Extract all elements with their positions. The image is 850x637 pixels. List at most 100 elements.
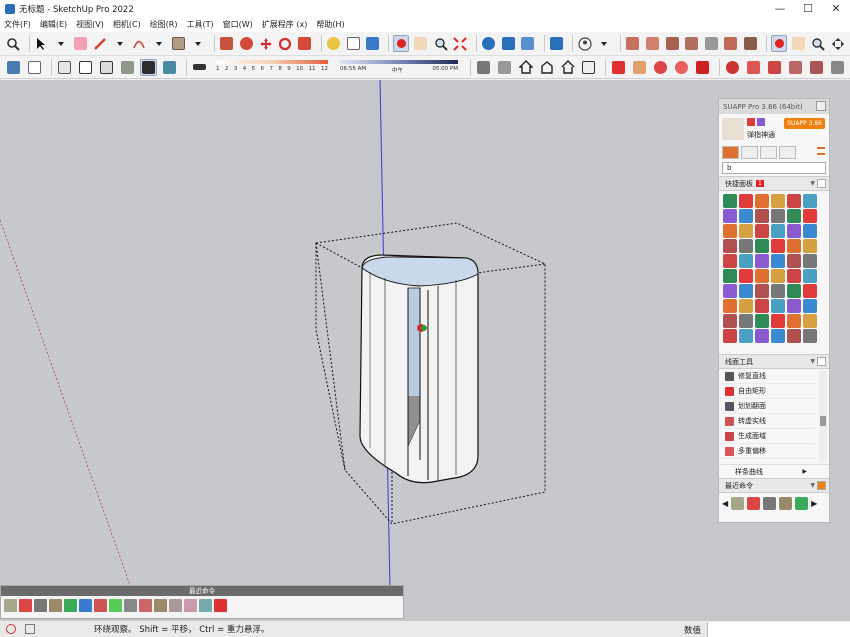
list-item[interactable]: 多重偏移	[719, 444, 815, 459]
recent-cmd-icon[interactable]	[124, 599, 137, 612]
recent-cmd-icon[interactable]	[199, 599, 212, 612]
suapp-pipe-icon[interactable]	[808, 59, 825, 76]
expand-icon[interactable]	[817, 357, 826, 366]
dropdown-arrow-icon[interactable]	[53, 35, 69, 52]
quick-tool-icon[interactable]	[803, 329, 817, 343]
quick-tool-icon[interactable]	[723, 299, 737, 313]
quick-tool-icon[interactable]	[755, 224, 769, 238]
quick-tool-icon[interactable]	[739, 269, 753, 283]
suapp-magnet-icon[interactable]	[724, 59, 741, 76]
quick-tool-icon[interactable]	[787, 314, 801, 328]
menu-draw[interactable]: 绘图(R)	[150, 19, 178, 30]
quick-tool-icon[interactable]	[803, 194, 817, 208]
recent-cmd-icon[interactable]	[169, 599, 182, 612]
recent-cmd-icon[interactable]	[779, 496, 793, 510]
paint-bucket-icon[interactable]	[365, 35, 381, 52]
quick-tool-icon[interactable]	[755, 209, 769, 223]
rectangle-icon[interactable]	[171, 35, 187, 52]
recent-cmd-icon[interactable]	[94, 599, 107, 612]
list-item[interactable]: 划划翻面	[719, 399, 815, 414]
quick-tool-icon[interactable]	[739, 224, 753, 238]
sandbox-icon[interactable]	[704, 35, 720, 52]
list-scrollbar[interactable]	[819, 371, 827, 461]
search-tab-icon[interactable]	[779, 145, 796, 159]
move-arrows-icon[interactable]	[830, 35, 846, 52]
recent-cmd-icon[interactable]	[139, 599, 152, 612]
quick-tool-icon[interactable]	[755, 194, 769, 208]
quick-tool-icon[interactable]	[723, 269, 737, 283]
quick-tool-icon[interactable]	[787, 209, 801, 223]
recent-cmd-icon[interactable]	[19, 599, 32, 612]
recent-cmd-icon[interactable]	[747, 496, 761, 510]
list-item[interactable]: 转虚实线	[719, 414, 815, 429]
expand-icon[interactable]	[817, 481, 826, 490]
recent-cmd-icon[interactable]	[79, 599, 92, 612]
quick-tool-icon[interactable]	[803, 254, 817, 268]
quick-tool-icon[interactable]	[739, 314, 753, 328]
suapp-flower-icon[interactable]	[673, 59, 690, 76]
recent-cmd-icon[interactable]	[214, 599, 227, 612]
list-item[interactable]: 修复直线	[719, 369, 815, 384]
quick-tool-icon[interactable]	[739, 254, 753, 268]
quick-tool-icon[interactable]	[755, 314, 769, 328]
display-section-icon[interactable]	[645, 35, 661, 52]
arc-icon[interactable]	[131, 35, 147, 52]
quick-tool-icon[interactable]	[787, 224, 801, 238]
home-tab-icon[interactable]	[722, 145, 739, 159]
quick-tool-icon[interactable]	[771, 254, 785, 268]
list-item[interactable]: 生成面域	[719, 429, 815, 444]
shadow-scale[interactable]: 1 2 3 4 5 6 7 8 9 10 11 12	[216, 57, 328, 77]
zoom-icon[interactable]	[433, 35, 449, 52]
shaded-textures-icon[interactable]	[140, 58, 157, 76]
follow-me-icon[interactable]	[238, 35, 254, 52]
top-view-icon[interactable]	[26, 59, 43, 76]
shaded-icon[interactable]	[119, 59, 136, 76]
quick-tool-icon[interactable]	[771, 299, 785, 313]
select-arrow-icon[interactable]	[34, 35, 50, 52]
make-component-icon[interactable]	[475, 59, 492, 76]
monochrome-icon[interactable]	[161, 59, 178, 76]
quick-tool-icon[interactable]	[739, 299, 753, 313]
quick-tool-icon[interactable]	[739, 194, 753, 208]
suapp-icon[interactable]	[610, 59, 627, 76]
warehouse-icon[interactable]	[481, 35, 497, 52]
shadows-icon[interactable]	[191, 59, 208, 76]
house-outline-icon[interactable]	[559, 59, 576, 76]
spline-header[interactable]: 样条曲线 ▶	[719, 464, 829, 478]
quick-panel-header[interactable]: 快捷面板 1 ▼	[719, 176, 829, 191]
menu-view[interactable]: 视图(V)	[76, 19, 104, 30]
store-icon[interactable]	[580, 59, 597, 76]
quick-tool-icon[interactable]	[739, 239, 753, 253]
recent-cmd-icon[interactable]	[49, 599, 62, 612]
pencil-icon[interactable]	[92, 35, 108, 52]
close-button[interactable]: ✕	[822, 0, 850, 17]
quick-tool-icon[interactable]	[787, 299, 801, 313]
geo-location-icon[interactable]	[6, 624, 16, 634]
recent-cmd-icon[interactable]	[795, 496, 809, 510]
recent-header[interactable]: 最近命令 ▼	[719, 478, 829, 493]
recent-cmd-icon[interactable]	[34, 599, 47, 612]
recent-cmd-icon[interactable]	[109, 599, 122, 612]
chevron-down-icon[interactable]: ▼	[810, 180, 815, 187]
quick-tool-icon[interactable]	[723, 284, 737, 298]
quick-tool-icon[interactable]	[803, 284, 817, 298]
section-fill-icon[interactable]	[684, 35, 700, 52]
move-icon[interactable]	[258, 35, 274, 52]
quick-tool-icon[interactable]	[803, 239, 817, 253]
suapp-curve-icon[interactable]	[745, 59, 762, 76]
home-icon[interactable]	[517, 59, 534, 76]
quick-tool-icon[interactable]	[723, 224, 737, 238]
quick-tool-icon[interactable]	[771, 329, 785, 343]
quick-tool-icon[interactable]	[803, 314, 817, 328]
layers-tab-icon[interactable]	[741, 145, 758, 159]
dropdown-arrow-icon[interactable]	[190, 35, 206, 52]
xray-icon[interactable]	[56, 59, 73, 76]
recent-cmd-icon[interactable]	[731, 496, 745, 510]
menu-icon[interactable]	[817, 147, 825, 155]
outer-shell-icon[interactable]	[743, 35, 759, 52]
zoom-extents-icon[interactable]	[452, 35, 468, 52]
time-of-day-slider[interactable]: 06:55 AM 中午 05:00 PM	[340, 57, 458, 77]
quick-tool-icon[interactable]	[723, 254, 737, 268]
recent-cmd-icon[interactable]	[763, 496, 777, 510]
recent-cmd-icon[interactable]	[4, 599, 17, 612]
